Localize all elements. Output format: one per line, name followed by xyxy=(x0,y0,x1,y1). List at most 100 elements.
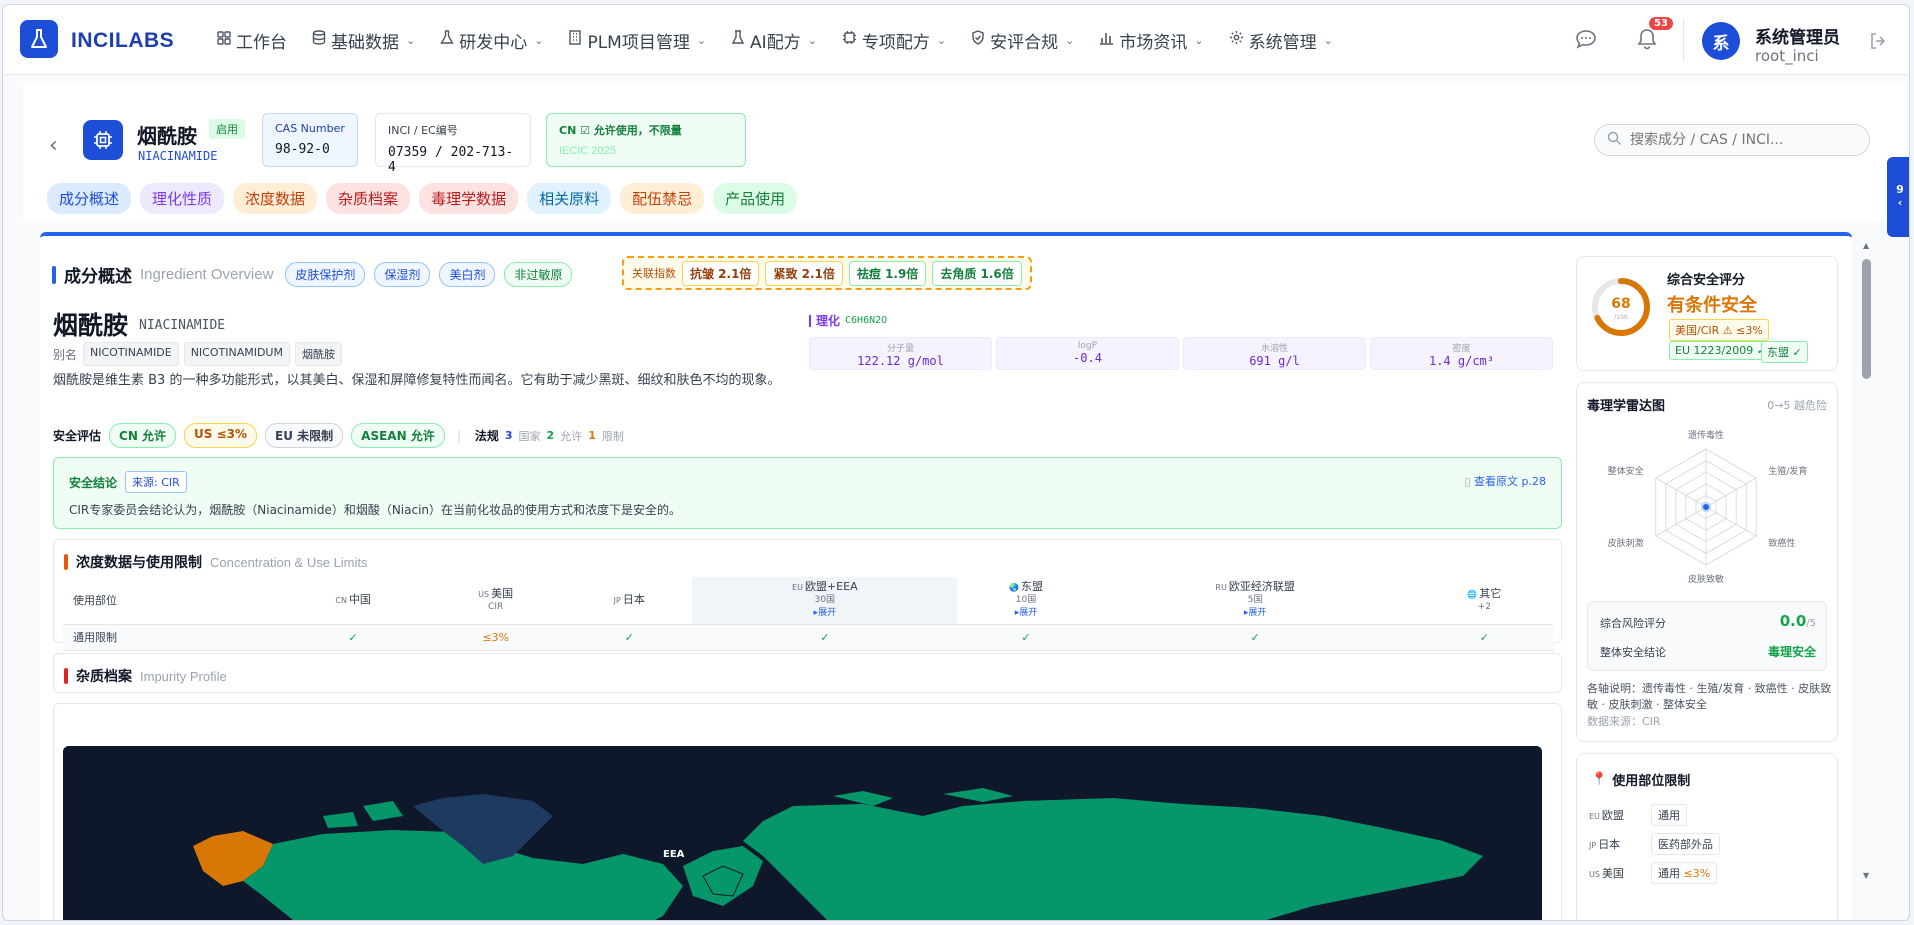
expand-link[interactable]: ▸展开 xyxy=(1095,607,1416,620)
back-chevron-icon[interactable]: ‹ xyxy=(49,133,58,158)
scroll-up-icon[interactable]: ▲ xyxy=(1863,241,1869,250)
assoc-chip[interactable]: 去角质 1.6倍 xyxy=(932,260,1022,286)
radar-axis-label: 遗传毒性 xyxy=(1688,429,1724,441)
table-header-cell: 使用部位 xyxy=(73,593,117,607)
tab-2[interactable]: 浓度数据 xyxy=(233,183,318,214)
tab-0[interactable]: 成分概述 xyxy=(47,183,132,214)
cn-status-box[interactable]: CN ☑ 允许使用，不限量 IECIC 2025 xyxy=(546,113,746,167)
usage-row: US 美国 通用 ≤3% xyxy=(1589,862,1718,884)
tab-3[interactable]: 杂质档案 xyxy=(326,183,411,214)
menu-item-3[interactable]: PLM项目管理 ⌄ xyxy=(568,28,706,53)
menu-item-0[interactable]: 工作台 xyxy=(217,28,287,53)
expand-link[interactable]: ▸展开 xyxy=(957,607,1094,620)
menu-label: 系统管理 xyxy=(1248,32,1317,53)
world-map[interactable]: EEA 加拿大 欧亚联盟 xyxy=(63,746,1542,920)
tab-7[interactable]: 产品使用 xyxy=(713,183,798,214)
physchem-key: 分子量 xyxy=(886,344,914,354)
tab-5[interactable]: 相关原料 xyxy=(527,183,612,214)
building-icon xyxy=(568,30,582,50)
score-gauge: 68 /100 xyxy=(1589,275,1653,342)
usage-heading: 📍 使用部位限制 xyxy=(1591,770,1690,789)
menu-item-7[interactable]: 市场资讯 ⌄ xyxy=(1099,28,1204,53)
safety-pill[interactable]: EU 未限制 xyxy=(265,423,344,448)
assoc-chip[interactable]: 祛痘 1.9倍 xyxy=(848,260,927,286)
region-code: US xyxy=(1589,870,1600,879)
score-verdict: 有条件安全 xyxy=(1667,295,1757,316)
assoc-chip[interactable]: 紧致 2.1倍 xyxy=(765,260,843,286)
search-input[interactable] xyxy=(1630,132,1860,148)
region-name: 其它 xyxy=(1479,586,1502,600)
physchem-value: -0.4 xyxy=(1073,351,1102,365)
function-tag[interactable]: 非过敏原 xyxy=(504,262,573,287)
region-column-header[interactable]: CN 中国 xyxy=(281,577,425,624)
tab-6[interactable]: 配伍禁忌 xyxy=(620,183,705,214)
logout-icon[interactable] xyxy=(1869,32,1887,53)
law-countries: 3 xyxy=(504,429,513,442)
ingredient-en-name: NIACINAMIDE xyxy=(138,149,218,163)
region-column-header[interactable]: US 美国 CIR xyxy=(425,577,566,624)
function-tag[interactable]: 美白剂 xyxy=(439,262,496,287)
function-tag[interactable]: 皮肤保护剂 xyxy=(285,262,366,287)
menu-item-1[interactable]: 基础数据 ⌄ xyxy=(312,28,415,53)
overview-heading: 成分概述 Ingredient Overview 皮肤保护剂 保湿剂 美白剂 非过敏原 xyxy=(52,262,573,287)
menu-item-8[interactable]: 系统管理 ⌄ xyxy=(1229,28,1333,53)
physchem-value: 122.12 g/mol xyxy=(857,354,944,368)
assoc-chip[interactable]: 抗皱 2.1倍 xyxy=(682,260,760,286)
risk-summary: 综合风险评分 0.0/5 整体安全结论 毒理安全 xyxy=(1587,601,1827,671)
region-name: 日本 xyxy=(1598,838,1621,851)
divider: | xyxy=(456,428,461,443)
side-panel-toggle[interactable]: 9 ‹ xyxy=(1887,157,1909,237)
expand-link[interactable]: ▸展开 xyxy=(692,607,957,620)
inci-ec-box[interactable]: INCI / EC编号 07359 / 202-713-4 xyxy=(375,113,531,175)
risk-label: 综合风险评分 xyxy=(1600,617,1666,630)
chip-icon xyxy=(83,120,123,160)
tab-4[interactable]: 毒理学数据 xyxy=(419,183,519,214)
safety-pill[interactable]: CN 允许 xyxy=(109,423,177,448)
safety-pill[interactable]: US ≤3% xyxy=(184,423,258,448)
law-allowed-label: 允许 xyxy=(560,429,583,443)
concentration-panel: 浓度数据与使用限制 Concentration & Use Limits 使用部… xyxy=(53,539,1562,651)
region-column-header[interactable]: 🌐 其它 +2 xyxy=(1416,577,1553,624)
scrollbar-thumb[interactable] xyxy=(1862,259,1871,379)
radar-point xyxy=(1701,502,1711,512)
tab-1[interactable]: 理化性质 xyxy=(140,183,225,214)
region-name: 美国 xyxy=(491,586,514,600)
view-source-link[interactable]: ▯ 查看原文 p.28 xyxy=(1464,473,1546,489)
menu-item-4[interactable]: AI配方 ⌄ xyxy=(731,28,817,53)
svg-text:/100: /100 xyxy=(1614,314,1628,321)
alias-row: 别名 NICOTINAMIDE NICOTINAMIDUM 烟酰胺 xyxy=(53,342,342,366)
database-icon xyxy=(312,30,326,50)
bell-icon[interactable] xyxy=(1636,27,1658,54)
search-box[interactable] xyxy=(1594,124,1870,156)
association-index: 关联指数 抗皱 2.1倍 紧致 2.1倍 祛痘 1.9倍 去角质 1.6倍 xyxy=(622,256,1032,290)
region-column-header[interactable]: 🌏 东盟 10国 ▸展开 xyxy=(957,577,1094,624)
chat-icon[interactable] xyxy=(1575,29,1597,52)
region-column-header[interactable]: EU 欧盟+EEA 30国 ▸展开 xyxy=(692,577,958,624)
region-column-header[interactable]: JP 日本 xyxy=(566,577,692,624)
region-sub: +2 xyxy=(1477,601,1491,612)
avatar[interactable]: 系 xyxy=(1702,22,1740,60)
cas-number-box[interactable]: CAS Number 98-92-0 xyxy=(262,113,358,167)
menu-item-6[interactable]: 安评合规 ⌄ xyxy=(971,28,1074,53)
status-badge: 启用 xyxy=(209,119,245,139)
ingredient-description: 烟酰胺是维生素 B3 的一种多功能形式，以其美白、保湿和屏障修复特性而闻名。它有… xyxy=(53,373,781,388)
region-column-header[interactable]: RU 欧亚经济联盟 5国 ▸展开 xyxy=(1095,577,1416,624)
divider xyxy=(1683,19,1684,61)
menu-item-2[interactable]: 研发中心 ⌄ xyxy=(440,28,543,53)
function-tag[interactable]: 保湿剂 xyxy=(374,262,431,287)
main-menu: 工作台 基础数据 ⌄ 研发中心 ⌄ PLM项目管理 ⌄ AI配方 ⌄ 专项配方 ⌄ 安评合规 ⌄ 市场资讯… xyxy=(217,5,1358,75)
menu-label: PLM项目管理 xyxy=(587,32,690,53)
menu-item-5[interactable]: 专项配方 ⌄ xyxy=(842,28,946,53)
law-allowed: 2 xyxy=(546,429,555,442)
flask-logo-icon[interactable] xyxy=(20,20,58,58)
scrollbar[interactable]: ▲ ▼ xyxy=(1861,241,1873,881)
alias-tag: NICOTINAMIDE xyxy=(83,342,179,366)
chevron-down-icon: ⌄ xyxy=(406,33,416,47)
region-code: EU xyxy=(792,583,803,593)
brand-name[interactable]: INCILABS xyxy=(71,29,174,53)
radar-axis-label: 皮肤刺激 xyxy=(1608,537,1644,549)
scroll-down-icon[interactable]: ▼ xyxy=(1863,871,1869,880)
table-cell: ≤3% xyxy=(425,623,567,651)
safety-pill[interactable]: ASEAN 允许 xyxy=(351,423,445,448)
usage-row: JP 日本 医药部外品 xyxy=(1589,833,1720,855)
